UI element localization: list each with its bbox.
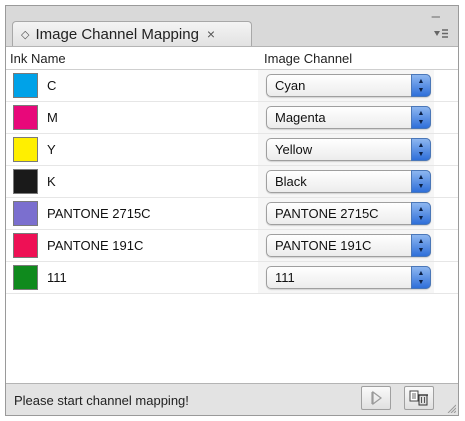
start-mapping-button[interactable] bbox=[361, 386, 391, 410]
up-down-arrows-icon[interactable]: ▲ ▼ bbox=[411, 266, 431, 289]
image-channel-select[interactable]: PANTONE 2715C ▲ ▼ bbox=[266, 202, 431, 225]
up-down-arrows-icon[interactable]: ▲ ▼ bbox=[411, 74, 431, 97]
ink-swatch bbox=[13, 201, 38, 226]
ink-name: C bbox=[47, 78, 57, 93]
up-down-arrows-icon[interactable]: ▲ ▼ bbox=[411, 202, 431, 225]
image-channel-value: Cyan bbox=[275, 78, 306, 93]
ink-name: M bbox=[47, 110, 58, 125]
channel-cell: PANTONE 2715C ▲ ▼ bbox=[258, 198, 434, 229]
image-channel-select[interactable]: 111 ▲ ▼ bbox=[266, 266, 431, 289]
image-channel-value: Yellow bbox=[275, 142, 313, 157]
image-channel-select[interactable]: PANTONE 191C ▲ ▼ bbox=[266, 234, 431, 257]
resize-grip-icon[interactable] bbox=[446, 403, 456, 413]
status-bar: Please start channel mapping! bbox=[6, 383, 458, 415]
status-message: Please start channel mapping! bbox=[14, 393, 189, 408]
image-channel-select[interactable]: Cyan ▲ ▼ bbox=[266, 74, 431, 97]
panel-titlebar: ◇ Image Channel Mapping × – bbox=[6, 6, 458, 46]
table-row: C Cyan ▲ ▼ bbox=[6, 70, 458, 102]
ink-swatch bbox=[13, 169, 38, 194]
close-icon[interactable]: × bbox=[207, 26, 215, 42]
ink-swatch bbox=[13, 265, 38, 290]
ink-swatch bbox=[13, 233, 38, 258]
up-down-arrows-icon[interactable]: ▲ ▼ bbox=[411, 170, 431, 193]
up-down-arrows-icon[interactable]: ▲ ▼ bbox=[411, 234, 431, 257]
channel-cell: Black ▲ ▼ bbox=[258, 166, 434, 197]
image-channel-mapping-panel: ◇ Image Channel Mapping × – Ink Name Ima… bbox=[5, 5, 459, 416]
channel-cell: PANTONE 191C ▲ ▼ bbox=[258, 230, 434, 261]
image-channel-select[interactable]: Magenta ▲ ▼ bbox=[266, 106, 431, 129]
image-channel-value: PANTONE 2715C bbox=[275, 206, 379, 221]
ink-cell: PANTONE 2715C bbox=[6, 198, 258, 229]
ink-cell: K bbox=[6, 166, 258, 197]
table-row: PANTONE 191C PANTONE 191C ▲ ▼ bbox=[6, 230, 458, 262]
column-header-image-channel: Image Channel bbox=[264, 51, 353, 66]
ink-cell: C bbox=[6, 70, 258, 101]
mapping-table: Ink Name Image Channel C Cyan ▲ ▼ M Mage… bbox=[6, 46, 458, 385]
up-down-arrows-icon[interactable]: ▲ ▼ bbox=[411, 106, 431, 129]
table-row: PANTONE 2715C PANTONE 2715C ▲ ▼ bbox=[6, 198, 458, 230]
delete-mapping-button[interactable] bbox=[404, 386, 434, 410]
channel-cell: Magenta ▲ ▼ bbox=[258, 102, 434, 133]
up-down-arrows-icon[interactable]: ▲ ▼ bbox=[411, 138, 431, 161]
image-channel-value: PANTONE 191C bbox=[275, 238, 372, 253]
channel-cell: Cyan ▲ ▼ bbox=[258, 70, 434, 101]
collapse-icon[interactable]: – bbox=[432, 8, 440, 25]
ink-cell: M bbox=[6, 102, 258, 133]
ink-name: 111 bbox=[47, 270, 67, 285]
table-row: 111 111 ▲ ▼ bbox=[6, 262, 458, 294]
mapping-rows: C Cyan ▲ ▼ M Magenta ▲ ▼ Y Yellow ▲ ▼ K … bbox=[6, 70, 458, 294]
ink-swatch bbox=[13, 73, 38, 98]
ink-name: PANTONE 2715C bbox=[47, 206, 151, 221]
ink-cell: 111 bbox=[6, 262, 258, 293]
tab-image-channel-mapping[interactable]: ◇ Image Channel Mapping × bbox=[12, 21, 252, 46]
delete-icon bbox=[409, 390, 428, 406]
tab-arrows-icon[interactable]: ◇ bbox=[21, 28, 29, 41]
ink-cell: PANTONE 191C bbox=[6, 230, 258, 261]
panel-title: Image Channel Mapping bbox=[35, 25, 199, 43]
ink-cell: Y bbox=[6, 134, 258, 165]
table-row: Y Yellow ▲ ▼ bbox=[6, 134, 458, 166]
ink-swatch bbox=[13, 137, 38, 162]
image-channel-select[interactable]: Black ▲ ▼ bbox=[266, 170, 431, 193]
ink-swatch bbox=[13, 105, 38, 130]
table-row: M Magenta ▲ ▼ bbox=[6, 102, 458, 134]
image-channel-value: 111 bbox=[275, 270, 295, 285]
channel-cell: 111 ▲ ▼ bbox=[258, 262, 434, 293]
column-headers: Ink Name Image Channel bbox=[6, 47, 458, 70]
play-icon bbox=[371, 390, 382, 406]
ink-name: PANTONE 191C bbox=[47, 238, 144, 253]
image-channel-value: Magenta bbox=[275, 110, 326, 125]
channel-cell: Yellow ▲ ▼ bbox=[258, 134, 434, 165]
image-channel-value: Black bbox=[275, 174, 307, 189]
table-row: K Black ▲ ▼ bbox=[6, 166, 458, 198]
ink-name: Y bbox=[47, 142, 56, 157]
ink-name: K bbox=[47, 174, 56, 189]
panel-menu-icon[interactable] bbox=[434, 28, 448, 42]
image-channel-select[interactable]: Yellow ▲ ▼ bbox=[266, 138, 431, 161]
column-header-ink-name: Ink Name bbox=[10, 51, 66, 66]
